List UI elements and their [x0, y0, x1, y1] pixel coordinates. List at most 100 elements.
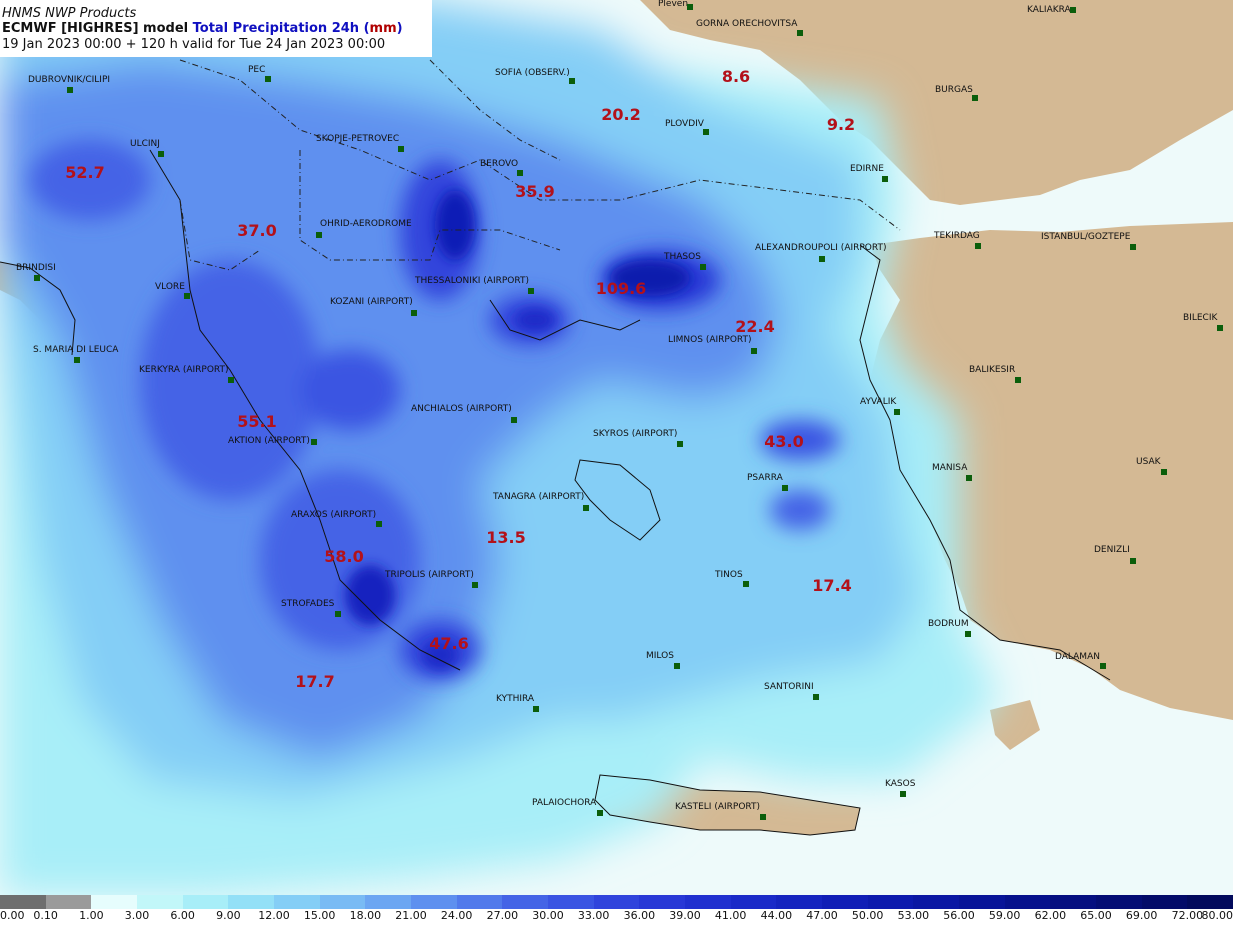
colorbar-tick-label: 69.00	[1125, 909, 1158, 922]
station-label: DENIZLI	[1094, 545, 1130, 555]
station-label: OHRID-AERODROME	[320, 219, 412, 229]
colorbar-tick-label: 0.10	[33, 909, 58, 922]
precip-max-label: 43.0	[764, 432, 803, 451]
station-marker	[265, 76, 271, 82]
colorbar-swatch	[502, 895, 549, 909]
station-label: ARAXOS (AIRPORT)	[291, 510, 376, 520]
colorbar-swatch	[91, 895, 138, 909]
station-label: TINOS	[714, 570, 743, 580]
station-marker	[533, 706, 539, 712]
colorbar-tick-label: 6.00	[170, 909, 195, 922]
colorbar-tick-label: 3.00	[124, 909, 150, 922]
station-label: KALIAKRA	[1027, 5, 1072, 15]
station-marker	[472, 582, 478, 588]
precip-max-label: 47.6	[429, 634, 468, 653]
station-label: DUBROVNIK/CILIPI	[28, 75, 110, 85]
station-label: MANISA	[932, 463, 968, 473]
precip-max-label: 8.6	[722, 67, 750, 86]
colorbar-tick-label: 41.00	[714, 909, 747, 922]
validity-line: 19 Jan 2023 00:00 + 120 h valid for Tue …	[2, 37, 386, 52]
station-marker	[782, 485, 788, 491]
colorbar-tick-label: 50.00	[851, 909, 884, 922]
colorbar-tick-label: 0.00	[0, 909, 25, 922]
station-label: PLOVDIV	[665, 119, 705, 129]
colorbar-tick-label: 18.00	[349, 909, 382, 922]
precip-max-label: 52.7	[65, 163, 104, 182]
station-marker	[703, 129, 709, 135]
station-marker	[228, 377, 234, 383]
colorbar-tick-label: 53.00	[897, 909, 930, 922]
colorbar-tick-label: 15.00	[303, 909, 336, 922]
station-label: ULCINJ	[130, 139, 160, 149]
colorbar-swatch	[411, 895, 457, 909]
station-label: MILOS	[646, 651, 674, 661]
colorbar-tick-label: 44.00	[760, 909, 793, 922]
colorbar-swatch	[45, 895, 92, 909]
station: AKTION (AIRPORT)	[228, 436, 317, 446]
station-marker	[316, 232, 322, 238]
precip-max-label: 9.2	[827, 115, 855, 134]
station-marker	[398, 146, 404, 152]
station-label: PSARRA	[747, 473, 784, 483]
colorbar-swatch	[822, 895, 868, 909]
station-label: VLORE	[155, 282, 185, 292]
colorbar-swatch	[1141, 895, 1188, 909]
station-marker	[687, 4, 693, 10]
station-label: GORNA ORECHOVITSA	[696, 19, 798, 29]
station-label: KASTELI (AIRPORT)	[675, 802, 760, 812]
colorbar-tick-label: 59.00	[988, 909, 1021, 922]
field-name: Total Precipitation 24h (	[192, 21, 370, 36]
colorbar-tick-label: 27.00	[486, 909, 519, 922]
colorbar-swatch	[776, 895, 823, 909]
station-label: KASOS	[885, 779, 916, 789]
colorbar-tick-label: 30.00	[532, 909, 564, 922]
station-marker	[311, 439, 317, 445]
station-marker	[1161, 469, 1167, 475]
colorbar-swatch	[228, 895, 275, 909]
colorbar	[0, 895, 1233, 909]
station-marker	[74, 357, 80, 363]
station-label: KOZANI (AIRPORT)	[330, 297, 413, 307]
map-header: HNMS NWP Products ECMWF [HIGHRES] model …	[0, 0, 432, 57]
colorbar-tick-label: 72.00	[1171, 909, 1204, 922]
colorbar-swatch	[913, 895, 960, 909]
precip-max-label: 35.9	[515, 182, 554, 201]
colorbar-tick-label: 21.00	[395, 909, 427, 922]
station-marker	[743, 581, 749, 587]
colorbar-swatch	[0, 895, 46, 909]
station-label: TEKIRDAG	[933, 231, 980, 241]
precip-max-label: 13.5	[486, 528, 525, 547]
station-marker	[900, 791, 906, 797]
station-marker	[1070, 7, 1076, 13]
precipitation-map: Pleven GORNA ORECHOVITSA KALIAKRA DUBROVNIK…	[0, 0, 1233, 895]
station-marker	[1015, 377, 1021, 383]
station-label: SKOPJE-PETROVEC	[316, 134, 399, 144]
station-marker	[674, 663, 680, 669]
precip-max-label: 109.6	[596, 279, 647, 298]
colorbar-swatch	[959, 895, 1005, 909]
station-marker	[335, 611, 341, 617]
precipitation-field	[0, 0, 1000, 895]
colorbar-swatch	[1050, 895, 1097, 909]
colorbar-tick-label: 47.00	[806, 909, 838, 922]
colorbar-swatch	[1004, 895, 1051, 909]
station-label: LIMNOS (AIRPORT)	[668, 335, 752, 345]
colorbar-tick-label: 36.00	[623, 909, 656, 922]
colorbar-tick-label: 1.00	[79, 909, 104, 922]
station-marker	[819, 256, 825, 262]
colorbar-swatch	[639, 895, 686, 909]
station-marker	[677, 441, 683, 447]
station-marker	[966, 475, 972, 481]
colorbar-tick-label: 9.00	[216, 909, 241, 922]
field-unit-close: )	[396, 21, 403, 36]
station-label: PEC	[248, 65, 265, 75]
station-label: BRINDISI	[16, 263, 56, 273]
station-label: ANCHIALOS (AIRPORT)	[411, 404, 512, 414]
station-marker	[597, 810, 603, 816]
station-label: ALEXANDROUPOLI (AIRPORT)	[755, 243, 887, 253]
colorbar-tick-label: 33.00	[577, 909, 610, 922]
colorbar-swatch	[1187, 895, 1233, 909]
colorbar-swatch	[456, 895, 503, 909]
colorbar-tick-label: 65.00	[1080, 909, 1112, 922]
colorbar-swatch	[319, 895, 366, 909]
